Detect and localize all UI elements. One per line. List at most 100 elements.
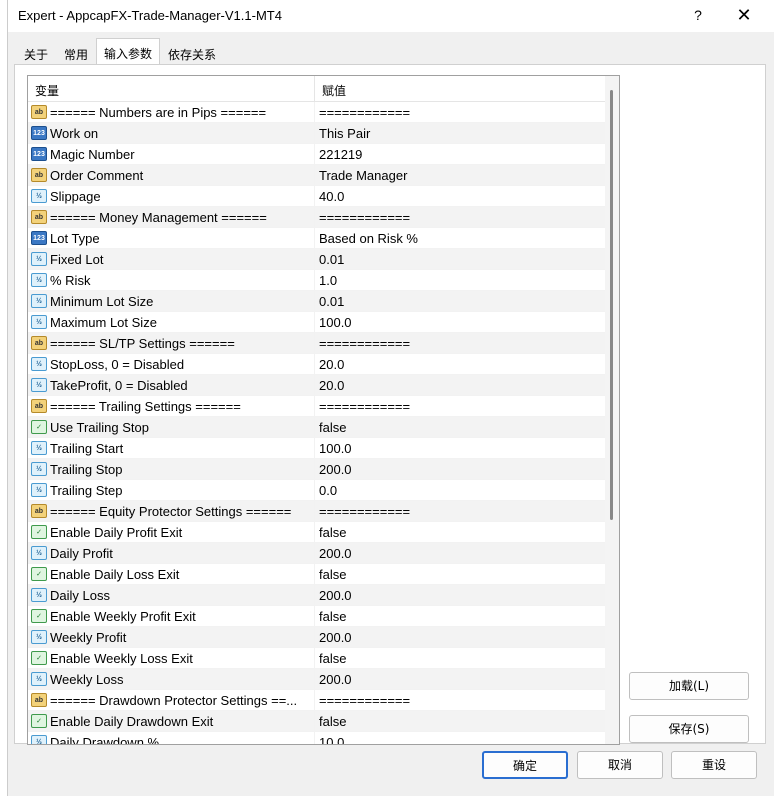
param-value[interactable]: 20.0 [315,375,619,395]
param-value[interactable]: 221219 [315,144,619,164]
param-row[interactable]: ½ Weekly Profit 200.0 [28,627,619,648]
param-value[interactable]: 0.0 [315,480,619,500]
string-type-icon: ab [31,168,47,182]
string-type-icon: ab [31,336,47,350]
param-value[interactable]: 200.0 [315,669,619,689]
param-value[interactable]: This Pair [315,123,619,143]
param-row[interactable]: ½ Maximum Lot Size 100.0 [28,312,619,333]
param-value[interactable]: false [315,606,619,626]
param-row[interactable]: ½ Trailing Start 100.0 [28,438,619,459]
param-row[interactable]: ✓ Enable Weekly Profit Exit false [28,606,619,627]
enum-type-icon: 123 [31,231,47,245]
param-row[interactable]: ✓ Enable Daily Profit Exit false [28,522,619,543]
tab-common[interactable]: 常用 [56,40,96,64]
param-value[interactable]: 20.0 [315,354,619,374]
param-row[interactable]: ½ Daily Loss 200.0 [28,585,619,606]
param-row[interactable]: ½ Daily Drawdown % 10.0 [28,732,619,744]
param-value[interactable]: 10.0 [315,732,619,744]
param-row[interactable]: ab ====== Money Management ====== ========… [28,207,619,228]
param-row[interactable]: ✓ Enable Daily Drawdown Exit false [28,711,619,732]
tab-dependencies[interactable]: 依存关系 [160,40,224,64]
column-value[interactable]: 赋值 [315,76,619,101]
param-row[interactable]: ½% Risk 1.0 [28,270,619,291]
param-name-cell: ½ Weekly Profit [28,627,315,647]
param-value[interactable]: ============ [315,396,619,416]
param-row[interactable]: ½ Weekly Loss 200.0 [28,669,619,690]
tab-inputs[interactable]: 输入参数 [96,38,161,65]
param-row[interactable]: ½ Fixed Lot 0.01 [28,249,619,270]
param-row[interactable]: ab ====== Equity Protector Settings =====… [28,501,619,522]
param-name: ====== Money Management ====== [50,209,267,225]
ok-button[interactable]: 确定 [482,751,568,779]
vertical-scrollbar[interactable] [605,76,619,744]
param-row[interactable]: ½ Daily Profit 200.0 [28,543,619,564]
param-row[interactable]: 123 Magic Number 221219 [28,144,619,165]
param-value[interactable]: 1.0 [315,270,619,290]
param-value[interactable]: 100.0 [315,438,619,458]
param-name-cell: ab ====== SL/TP Settings ====== [28,333,315,353]
string-type-icon: ab [31,210,47,224]
reset-button[interactable]: 重设 [671,751,757,779]
param-row[interactable]: ab ====== Drawdown Protector Settings ==.… [28,690,619,711]
param-name-cell: ab ====== Money Management ====== [28,207,315,227]
double-type-icon: ½ [31,315,47,329]
param-row[interactable]: 123 Work on This Pair [28,123,619,144]
load-button[interactable]: 加载(L) [629,672,749,700]
param-value[interactable]: 0.01 [315,249,619,269]
param-value[interactable]: 40.0 [315,186,619,206]
param-row[interactable]: ✓ Enable Daily Loss Exit false [28,564,619,585]
param-row[interactable]: ½ Trailing Stop 200.0 [28,459,619,480]
param-row[interactable]: ½ Slippage 40.0 [28,186,619,207]
param-row[interactable]: 123 Lot Type Based on Risk % [28,228,619,249]
param-value[interactable]: ============ [315,501,619,521]
param-value[interactable]: false [315,711,619,731]
param-name: ====== Equity Protector Settings ====== [50,503,292,519]
param-row[interactable]: ✓ Enable Weekly Loss Exit false [28,648,619,669]
param-value[interactable]: 100.0 [315,312,619,332]
param-value[interactable]: false [315,417,619,437]
param-row[interactable]: ab Order Comment Trade Manager [28,165,619,186]
param-name: ====== Trailing Settings ====== [50,398,241,414]
double-type-icon: ½ [31,462,47,476]
close-button[interactable]: ✕ [732,4,756,28]
param-row[interactable]: ½ StopLoss, 0 = Disabled 20.0 [28,354,619,375]
cancel-button[interactable]: 取消 [577,751,663,779]
string-type-icon: ab [31,504,47,518]
param-name: Enable Daily Loss Exit [50,566,180,582]
param-name-cell: ½ Weekly Loss [28,669,315,689]
save-button[interactable]: 保存(S) [629,715,749,743]
param-value[interactable]: Trade Manager [315,165,619,185]
param-row[interactable]: ½ Minimum Lot Size 0.01 [28,291,619,312]
param-row[interactable]: ✓ Use Trailing Stop false [28,417,619,438]
param-name: TakeProfit, 0 = Disabled [50,377,188,393]
column-variable[interactable]: 变量 [28,76,315,101]
param-row[interactable]: ½ TakeProfit, 0 = Disabled 20.0 [28,375,619,396]
param-value[interactable]: ============ [315,207,619,227]
param-value[interactable]: 200.0 [315,585,619,605]
tab-about[interactable]: 关于 [16,40,56,64]
param-value[interactable]: 0.01 [315,291,619,311]
help-button[interactable]: ? [686,4,710,28]
param-value[interactable]: 200.0 [315,543,619,563]
param-value[interactable]: false [315,522,619,542]
double-type-icon: ½ [31,252,47,266]
param-name-cell: ✓ Enable Weekly Profit Exit [28,606,315,626]
param-value[interactable]: ============ [315,333,619,353]
param-value[interactable]: 200.0 [315,627,619,647]
param-value[interactable]: Based on Risk % [315,228,619,248]
double-type-icon: ½ [31,189,47,203]
param-name-cell: ✓ Enable Daily Drawdown Exit [28,711,315,731]
param-value[interactable]: false [315,648,619,668]
param-row[interactable]: ½ Trailing Step 0.0 [28,480,619,501]
param-row[interactable]: ab ====== SL/TP Settings ====== ==========… [28,333,619,354]
param-name-cell: ½ Trailing Start [28,438,315,458]
string-type-icon: ab [31,105,47,119]
param-value[interactable]: ============ [315,690,619,710]
param-value[interactable]: ============ [315,102,619,122]
param-row[interactable]: ab ====== Numbers are in Pips ====== =====… [28,102,619,123]
param-value[interactable]: false [315,564,619,584]
bool-type-icon: ✓ [31,651,47,665]
param-row[interactable]: ab ====== Trailing Settings ====== =======… [28,396,619,417]
param-value[interactable]: 200.0 [315,459,619,479]
scroll-thumb[interactable] [610,90,613,520]
